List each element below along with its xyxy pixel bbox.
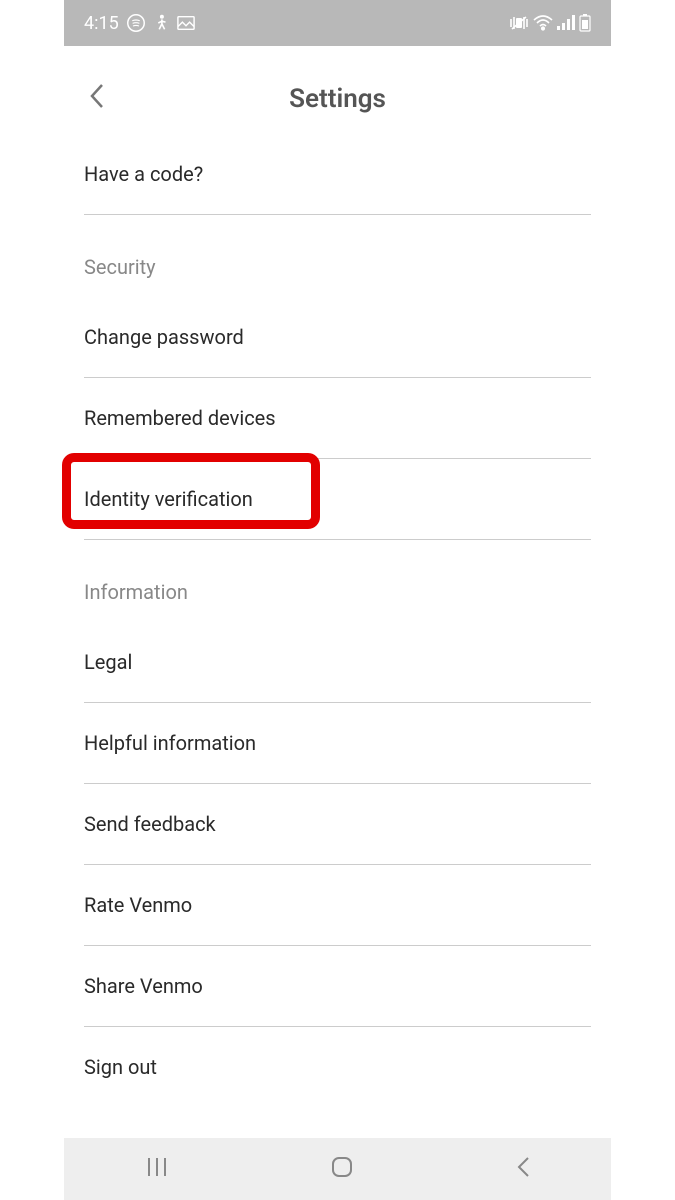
battery-icon	[579, 14, 591, 32]
vibrate-icon	[509, 15, 529, 31]
identity-verification-label: Identity verification	[84, 487, 253, 511]
helpful-information-item[interactable]: Helpful information	[84, 703, 591, 784]
wifi-icon	[533, 15, 553, 31]
identity-verification-item[interactable]: Identity verification	[84, 459, 591, 540]
settings-list: Have a code? Security Change password Re…	[0, 134, 675, 1079]
share-venmo-item[interactable]: Share Venmo	[84, 946, 591, 1027]
change-password-item[interactable]: Change password	[84, 297, 591, 378]
back-button[interactable]	[88, 82, 106, 114]
app-header: Settings	[0, 54, 675, 134]
send-feedback-item[interactable]: Send feedback	[84, 784, 591, 865]
rate-venmo-item[interactable]: Rate Venmo	[84, 865, 591, 946]
section-label-information: Information	[84, 540, 591, 622]
remembered-devices-item[interactable]: Remembered devices	[84, 378, 591, 459]
android-nav-bar	[64, 1138, 611, 1200]
have-a-code-item[interactable]: Have a code?	[84, 134, 591, 215]
image-icon	[177, 15, 195, 31]
status-left: 4:15	[84, 13, 195, 34]
status-right	[509, 14, 591, 32]
signal-icon	[557, 15, 575, 31]
status-time: 4:15	[84, 13, 119, 34]
spotify-icon	[127, 14, 145, 32]
home-button[interactable]	[300, 1145, 384, 1193]
legal-item[interactable]: Legal	[84, 622, 591, 703]
status-bar: 4:15	[64, 0, 611, 46]
back-nav-button[interactable]	[485, 1145, 561, 1193]
page-title: Settings	[20, 84, 655, 114]
walking-icon	[153, 14, 169, 32]
section-label-security: Security	[84, 215, 591, 297]
recents-button[interactable]	[115, 1146, 199, 1192]
sign-out-item[interactable]: Sign out	[84, 1027, 591, 1079]
